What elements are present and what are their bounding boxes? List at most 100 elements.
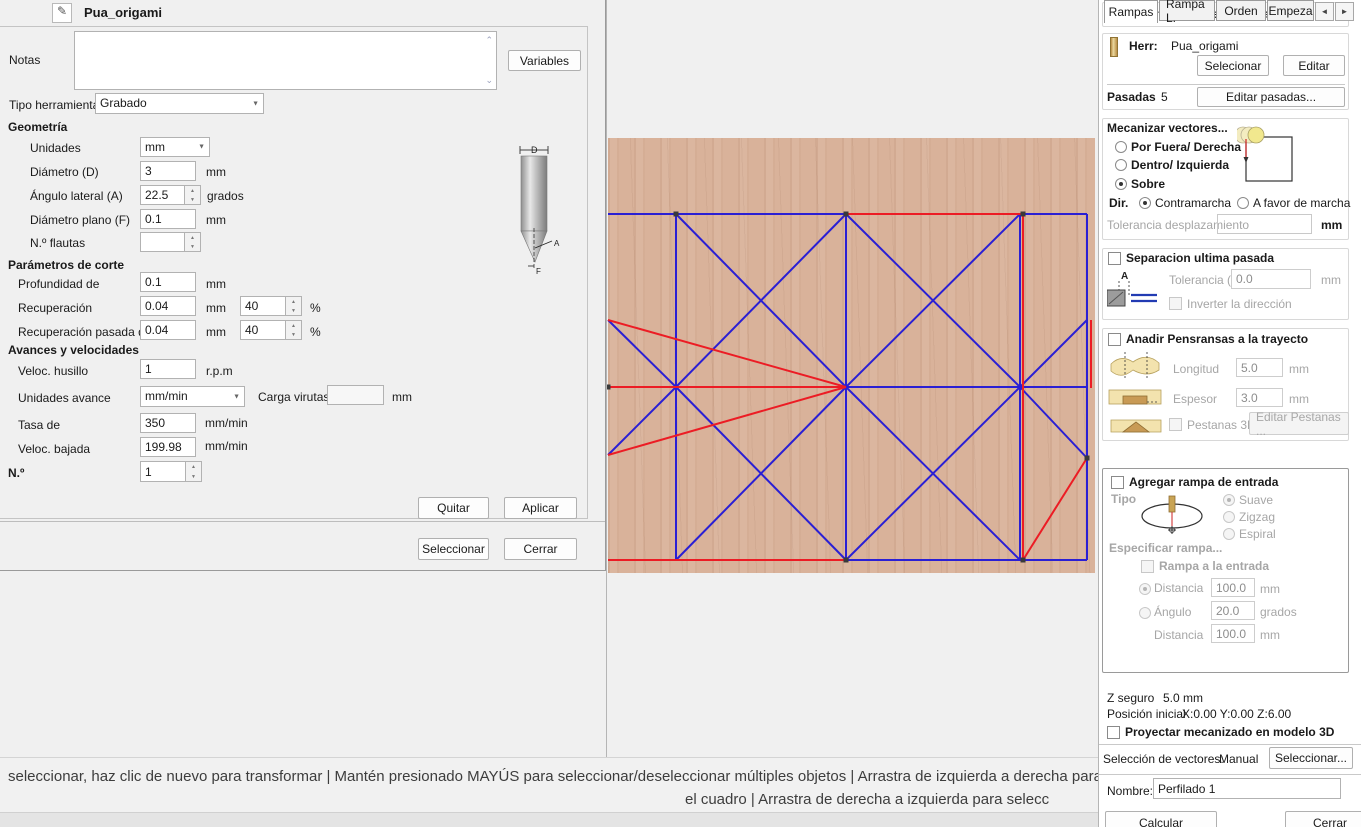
tool-type-dropdown[interactable]: Grabado ▼ bbox=[95, 93, 264, 114]
last-pass-title: Separacion ultima pasada bbox=[1126, 251, 1274, 265]
close-panel-button[interactable]: Cerrar bbox=[1285, 811, 1361, 827]
reverse-direction-checkbox[interactable] bbox=[1169, 297, 1182, 310]
clear-stepover-pct-input[interactable] bbox=[240, 320, 286, 340]
inside-left-radio[interactable] bbox=[1115, 159, 1127, 171]
flat-diameter-input[interactable] bbox=[140, 209, 196, 229]
conventional-radio[interactable] bbox=[1139, 197, 1151, 209]
spindle-speed-input[interactable] bbox=[140, 359, 196, 379]
dropdown-arrow-icon: ▼ bbox=[252, 100, 259, 107]
flutes-spinner[interactable]: ▲▼ bbox=[185, 232, 201, 252]
tab-thickness-input[interactable] bbox=[1236, 388, 1283, 407]
smooth-radio[interactable] bbox=[1223, 494, 1235, 506]
edit-tabs-button[interactable]: Editar Pestanas ... bbox=[1249, 412, 1349, 435]
tool-number-spinner[interactable]: ▲▼ bbox=[186, 461, 202, 482]
notes-textarea[interactable]: ⌃ ⌄ bbox=[74, 31, 497, 90]
distance2-label: Distancia bbox=[1154, 628, 1203, 642]
spindle-speed-label: Veloc. husillo bbox=[18, 364, 88, 378]
distance-radio[interactable] bbox=[1139, 583, 1151, 595]
stepover-pct-spinner[interactable]: ▲▼ bbox=[286, 296, 302, 316]
select-tool-button[interactable]: Selecionar bbox=[1197, 55, 1269, 76]
tab-orden[interactable]: Orden bbox=[1216, 0, 1266, 21]
angle-input[interactable] bbox=[1211, 601, 1255, 620]
tab-empezar[interactable]: Empeza bbox=[1267, 0, 1314, 21]
chip-load-input[interactable] bbox=[327, 385, 384, 405]
feed-units-dropdown[interactable]: mm/min ▼ bbox=[140, 386, 245, 407]
clear-stepover-input[interactable] bbox=[140, 320, 196, 340]
conventional-label: Contramarcha bbox=[1155, 196, 1231, 210]
drawing-canvas[interactable] bbox=[606, 0, 1098, 757]
tolerance-a-input[interactable] bbox=[1231, 269, 1311, 289]
tabs-3d-label: Pestanas 3D bbox=[1187, 418, 1256, 432]
units-dropdown[interactable]: mm ▼ bbox=[140, 137, 210, 157]
distance-input[interactable] bbox=[1211, 578, 1255, 597]
depth-input[interactable] bbox=[140, 272, 196, 292]
tab-rampa-l[interactable]: Rampa L. bbox=[1159, 0, 1215, 21]
chip-load-unit: mm bbox=[392, 390, 412, 404]
outside-right-radio[interactable] bbox=[1115, 141, 1127, 153]
add-ramp-checkbox[interactable] bbox=[1111, 476, 1124, 489]
flutes-input[interactable] bbox=[140, 232, 185, 252]
clear-stepover-label: Recuperación pasada desb bbox=[18, 325, 140, 339]
last-pass-checkbox[interactable] bbox=[1108, 252, 1121, 265]
vector-selection-label: Selección de vectores: bbox=[1103, 752, 1224, 766]
variables-button[interactable]: Variables bbox=[508, 50, 581, 71]
clear-stepover-pct-spinner[interactable]: ▲▼ bbox=[286, 320, 302, 340]
tool-number-input[interactable] bbox=[140, 461, 186, 482]
diameter-input[interactable] bbox=[140, 161, 196, 181]
scroll-up-icon[interactable]: ⌃ bbox=[485, 35, 493, 46]
last-pass-diagram-icon: A bbox=[1107, 265, 1163, 311]
close-button[interactable]: Cerrar bbox=[504, 538, 577, 560]
distance2-input[interactable] bbox=[1211, 624, 1255, 643]
stepover-input[interactable] bbox=[140, 296, 196, 316]
application-window: ✎ Pua_origami Notas ⌃ ⌄ Variables Tipo h… bbox=[0, 0, 1361, 827]
clear-stepover-pct-unit: % bbox=[310, 325, 321, 339]
passes-label: Pasadas bbox=[1107, 90, 1156, 104]
project-3d-checkbox[interactable] bbox=[1107, 726, 1120, 739]
stepover-pct-input[interactable] bbox=[240, 296, 286, 316]
zigzag-radio[interactable] bbox=[1223, 511, 1235, 523]
machine-vectors-title: Mecanizar vectores... bbox=[1107, 121, 1228, 135]
spindle-speed-unit: r.p.m bbox=[206, 364, 233, 378]
feed-rate-label: Tasa de bbox=[18, 418, 60, 432]
side-angle-input[interactable] bbox=[140, 185, 185, 205]
feeds-section-label: Avances y velocidades bbox=[8, 343, 139, 357]
edit-tool-button[interactable]: Editar bbox=[1283, 55, 1345, 76]
calculate-button[interactable]: Calcular bbox=[1105, 811, 1217, 827]
feed-rate-input[interactable] bbox=[140, 413, 196, 433]
status-line-2: el cuadro | Arrastra de derecha a izquie… bbox=[685, 791, 1049, 808]
svg-text:F: F bbox=[536, 267, 541, 276]
ramp-at-entry-label: Rampa a la entrada bbox=[1159, 559, 1269, 573]
tab-scroll-right-icon[interactable]: ► bbox=[1335, 2, 1354, 21]
apply-button[interactable]: Aplicar bbox=[504, 497, 577, 519]
dropdown-arrow-icon: ▼ bbox=[198, 144, 205, 151]
tab-length-input[interactable] bbox=[1236, 358, 1283, 377]
climb-label: A favor de marcha bbox=[1253, 196, 1350, 210]
remove-button[interactable]: Quitar bbox=[418, 497, 489, 519]
project-3d-label: Proyectar mecanizado en modelo 3D bbox=[1125, 725, 1334, 739]
vector-select-button[interactable]: Seleccionar... bbox=[1269, 747, 1353, 769]
on-vector-radio[interactable] bbox=[1115, 178, 1127, 190]
side-angle-spinner[interactable]: ▲▼ bbox=[185, 185, 201, 205]
select-button[interactable]: Seleccionar bbox=[418, 538, 489, 560]
outside-right-label: Por Fuera/ Derecha bbox=[1131, 140, 1241, 154]
diameter-label: Diámetro (D) bbox=[30, 165, 99, 179]
tab-rampas[interactable]: Rampas bbox=[1104, 0, 1158, 23]
inside-left-label: Dentro/ Izquierda bbox=[1131, 158, 1229, 172]
toolpath-name-input[interactable] bbox=[1153, 778, 1341, 799]
offset-tolerance-input[interactable] bbox=[1217, 214, 1312, 234]
edit-passes-button[interactable]: Editar pasadas... bbox=[1197, 87, 1345, 107]
add-tabs-checkbox[interactable] bbox=[1108, 333, 1121, 346]
tab-scroll-left-icon[interactable]: ◄ bbox=[1315, 2, 1334, 21]
tool-bit-icon bbox=[1110, 37, 1118, 57]
angle-label: Ángulo bbox=[1154, 605, 1191, 619]
vector-pattern[interactable] bbox=[607, 0, 1098, 757]
tabs-3d-checkbox[interactable] bbox=[1169, 418, 1182, 431]
spiral-label: Espiral bbox=[1239, 527, 1276, 541]
tool-name-value: Pua_origami bbox=[1171, 39, 1238, 53]
angle-radio[interactable] bbox=[1139, 607, 1151, 619]
spiral-radio[interactable] bbox=[1223, 528, 1235, 540]
scroll-down-icon[interactable]: ⌄ bbox=[485, 75, 493, 86]
climb-radio[interactable] bbox=[1237, 197, 1249, 209]
ramp-at-entry-checkbox[interactable] bbox=[1141, 560, 1154, 573]
plunge-rate-input[interactable] bbox=[140, 437, 196, 457]
